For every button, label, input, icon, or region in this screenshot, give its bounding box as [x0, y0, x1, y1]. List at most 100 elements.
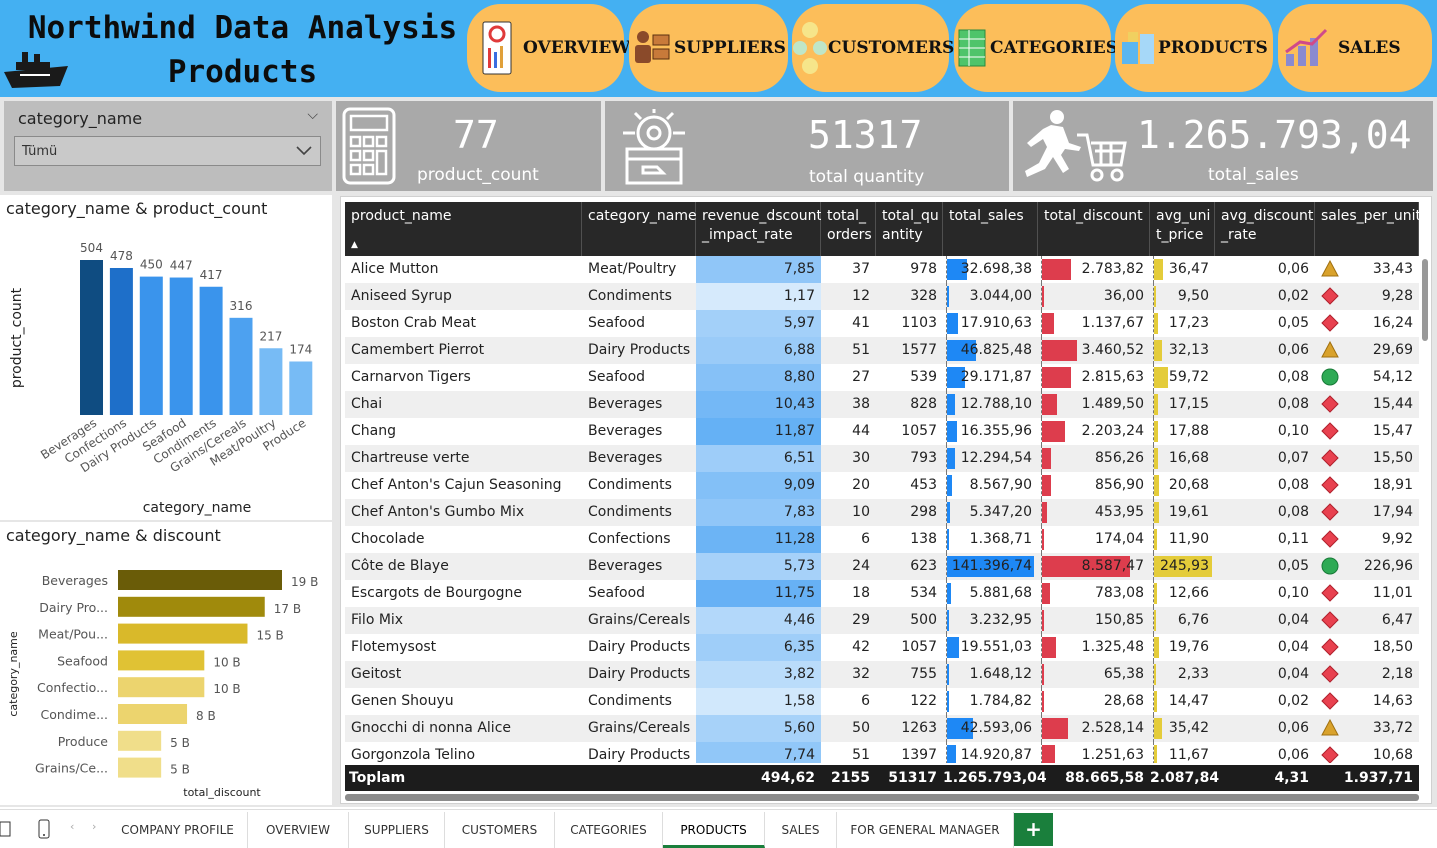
cell-value: Confections: [588, 531, 671, 547]
cell-value: 17.910,63: [960, 315, 1032, 331]
table-row[interactable]: Chocolade Confections 11,28 6 138 1.368,71 174…: [345, 526, 1419, 553]
table-cell-disc: 1.489,50: [1038, 391, 1150, 418]
bar-axis: [1041, 337, 1042, 364]
bar[interactable]: [118, 730, 162, 751]
slicer-dropdown[interactable]: Tümü: [14, 136, 321, 166]
nav-customers-button[interactable]: CUSTOMERS: [792, 4, 954, 92]
add-page-button[interactable]: +: [1014, 813, 1053, 846]
bar[interactable]: [118, 677, 205, 698]
table-cell-qty: 1057: [876, 418, 943, 445]
tab-sales[interactable]: SALES: [765, 812, 837, 848]
table-row[interactable]: Chang Beverages 11,87 44 1057 16.355,96 2.203,…: [345, 418, 1419, 445]
column-header[interactable]: total_ orders: [821, 202, 876, 256]
table-row[interactable]: Gorgonzola Telino Dairy Products 7,74 51 139…: [345, 742, 1419, 763]
cell-value: 0,04: [1277, 639, 1309, 655]
tab-categories[interactable]: CATEGORIES: [555, 812, 663, 848]
column-header[interactable]: avg_uni t_price: [1150, 202, 1215, 256]
table-row[interactable]: Boston Crab Meat Seafood 5,97 41 1103 17.910,…: [345, 310, 1419, 337]
column-header[interactable]: product_name ▲: [345, 202, 582, 256]
bar[interactable]: [118, 757, 162, 778]
nav-suppliers-button[interactable]: SUPPLIERS: [629, 4, 788, 92]
tab-suppliers[interactable]: SUPPLIERS: [349, 812, 445, 848]
bar[interactable]: [118, 596, 265, 617]
cell-value: Côte de Blaye: [351, 558, 449, 574]
column-header[interactable]: avg_discount _rate: [1215, 202, 1315, 256]
column-header[interactable]: sales_per_unit: [1315, 202, 1421, 256]
table-row[interactable]: Aniseed Syrup Condiments 1,17 12 328 3.044,00…: [345, 283, 1419, 310]
table-row[interactable]: Chartreuse verte Beverages 6,51 30 793 12.294…: [345, 445, 1419, 472]
cell-value: 0,06: [1277, 261, 1309, 277]
bar[interactable]: [289, 361, 313, 415]
bar[interactable]: [139, 276, 163, 415]
tab-company-profile[interactable]: COMPANY PROFILE: [108, 812, 248, 848]
page-view-icon[interactable]: [0, 820, 14, 838]
bar[interactable]: [118, 623, 248, 644]
table-row[interactable]: Alice Mutton Meat/Poultry 7,85 37 978 32.698,…: [345, 256, 1419, 283]
bar[interactable]: [80, 260, 103, 415]
table-cell-rev: 7,83: [696, 499, 821, 526]
vertical-scrollbar[interactable]: [1422, 259, 1428, 341]
bar[interactable]: [109, 267, 133, 415]
table-row[interactable]: Côte de Blaye Beverages 5,73 24 623 141.396,7…: [345, 553, 1419, 580]
table-row[interactable]: Gnocchi di nonna Alice Grains/Cereals 5,60…: [345, 715, 1419, 742]
table-row[interactable]: Chai Beverages 10,43 38 828 12.788,10 1.489,50…: [345, 391, 1419, 418]
sort-ascending-icon[interactable]: ▲: [351, 236, 358, 255]
scroll-right-icon[interactable]: ›: [92, 820, 96, 833]
table-row[interactable]: Filo Mix Grains/Cereals 4,46 29 500 3.232,95 1…: [345, 607, 1419, 634]
cell-value: 122: [910, 693, 937, 709]
nav-products-button[interactable]: PRODUCTS: [1115, 4, 1273, 92]
tab-for-general-manager[interactable]: FOR GENERAL MANAGER: [837, 812, 1014, 848]
tab-customers[interactable]: CUSTOMERS: [445, 812, 555, 848]
bar[interactable]: [118, 650, 205, 671]
nav-sales-button[interactable]: SALES: [1278, 4, 1432, 92]
bar[interactable]: [199, 286, 223, 415]
table-row[interactable]: Escargots de Bourgogne Seafood 11,75 18 534 5…: [345, 580, 1419, 607]
cell-value: 11,67: [1168, 747, 1209, 763]
bar[interactable]: [118, 704, 188, 724]
bar[interactable]: [169, 277, 193, 415]
table-row[interactable]: Geitost Dairy Products 3,82 32 755 1.648,12 65…: [345, 661, 1419, 688]
table-cell-spu: 9,28: [1315, 283, 1419, 310]
column-header[interactable]: category_name: [582, 202, 697, 256]
table-row[interactable]: Carnarvon Tigers Seafood 8,80 27 539 29.171,8…: [345, 364, 1419, 391]
cell-value: 9,09: [783, 477, 815, 493]
table-cell-qty: 828: [876, 391, 943, 418]
cell-value: 29: [852, 612, 870, 628]
cell-value: 32: [852, 666, 870, 682]
table-cell-cat: Dairy Products: [582, 661, 696, 688]
tab-products[interactable]: PRODUCTS: [663, 812, 765, 848]
cell-value: 1,58: [783, 693, 815, 709]
table-cell-name: Côte de Blaye: [345, 553, 582, 580]
nav-overview-button[interactable]: OVERVIEW: [467, 4, 630, 92]
cell-value: 174,04: [1095, 531, 1144, 547]
table-cell-disc: 783,08: [1038, 580, 1150, 607]
table-row[interactable]: Flotemysost Dairy Products 6,35 42 1057 19.55…: [345, 634, 1419, 661]
product-count-bar-chart[interactable]: 504Beverages478Confections450Dairy Produ…: [0, 195, 332, 520]
bar[interactable]: [259, 348, 283, 415]
table-row[interactable]: Chef Anton's Gumbo Mix Condiments 7,83 10 29…: [345, 499, 1419, 526]
cell-value: Dairy Products: [588, 639, 691, 655]
table-cell-ord: 50: [821, 715, 876, 742]
bar-axis: [1041, 526, 1042, 553]
chevron-down-icon[interactable]: ⌵: [307, 107, 318, 123]
column-header[interactable]: total_sales: [943, 202, 1038, 256]
table-row[interactable]: Chef Anton's Cajun Seasoning Condiments 9,…: [345, 472, 1419, 499]
column-header[interactable]: total_discount: [1038, 202, 1150, 256]
discount-bar-chart[interactable]: Beverages 19 B Dairy Pro... 17 B Meat/Pou...…: [0, 522, 332, 805]
cell-value: 16,24: [1372, 315, 1413, 331]
cell-value: 0,11: [1277, 531, 1309, 547]
bar[interactable]: [118, 570, 282, 590]
horizontal-scrollbar[interactable]: [345, 794, 1419, 801]
nav-categories-button[interactable]: CATEGORIES: [954, 4, 1118, 92]
table-cell-qty: 1263: [876, 715, 943, 742]
table-row[interactable]: Camembert Pierrot Dairy Products 6,88 51 157…: [345, 337, 1419, 364]
cell-value: 30: [852, 450, 870, 466]
mobile-layout-icon[interactable]: [37, 819, 51, 839]
table-row[interactable]: Genen Shouyu Condiments 1,58 6 122 1.784,82 28…: [345, 688, 1419, 715]
column-header[interactable]: total_qu antity: [876, 202, 943, 256]
tab-overview[interactable]: OVERVIEW: [248, 812, 349, 848]
table-cell-rate: 0,08: [1215, 499, 1315, 526]
bar[interactable]: [229, 317, 253, 415]
scroll-left-icon[interactable]: ‹: [70, 820, 74, 833]
column-header[interactable]: revenue_dscount _impact_rate: [696, 202, 822, 256]
